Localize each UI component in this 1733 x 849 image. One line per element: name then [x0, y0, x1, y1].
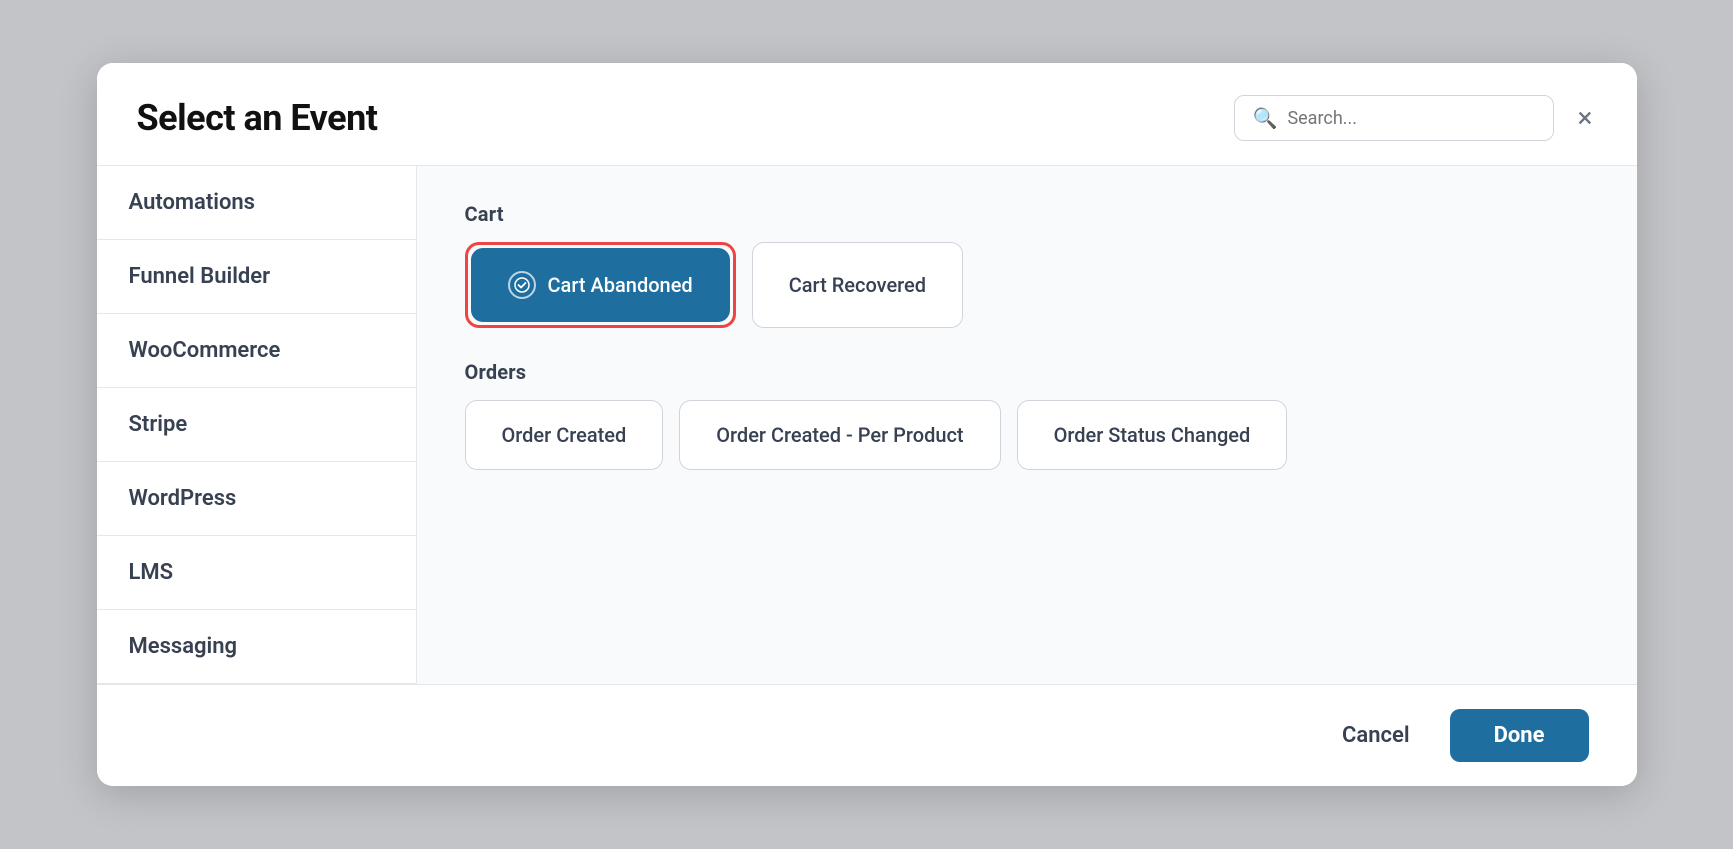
order-status-changed-label: Order Status Changed [1054, 423, 1251, 447]
orders-section: Orders Order Created Order Created - Per… [465, 360, 1589, 470]
order-created-per-product-button[interactable]: Order Created - Per Product [679, 400, 1000, 470]
cart-section-label: Cart [465, 202, 1589, 226]
cart-section: Cart Cart Abandone [465, 202, 1589, 328]
select-event-modal: Select an Event 🔍 × Automations Funnel B… [97, 63, 1637, 786]
order-status-changed-button[interactable]: Order Status Changed [1017, 400, 1288, 470]
modal-body: Automations Funnel Builder WooCommerce S… [97, 165, 1637, 684]
order-created-button[interactable]: Order Created [465, 400, 664, 470]
sidebar-item-lms[interactable]: LMS [97, 536, 416, 610]
sidebar-item-messaging[interactable]: Messaging [97, 610, 416, 684]
sidebar-item-stripe[interactable]: Stripe [97, 388, 416, 462]
sidebar-item-funnel-builder[interactable]: Funnel Builder [97, 240, 416, 314]
cancel-button[interactable]: Cancel [1322, 711, 1430, 760]
cart-events-row: Cart Abandoned Cart Recovered [465, 242, 1589, 328]
search-box: 🔍 [1234, 95, 1554, 141]
cart-abandoned-label: Cart Abandoned [548, 273, 693, 297]
search-icon: 🔍 [1253, 106, 1278, 130]
cart-abandoned-button[interactable]: Cart Abandoned [471, 248, 730, 322]
order-created-per-product-label: Order Created - Per Product [716, 423, 963, 447]
cart-recovered-button[interactable]: Cart Recovered [752, 242, 963, 328]
main-content: Cart Cart Abandone [417, 166, 1637, 684]
search-input[interactable] [1287, 108, 1534, 129]
modal-header: Select an Event 🔍 × [97, 63, 1637, 165]
sidebar: Automations Funnel Builder WooCommerce S… [97, 166, 417, 684]
orders-section-label: Orders [465, 360, 1589, 384]
cart-abandoned-wrapper: Cart Abandoned [465, 242, 736, 328]
orders-events-row: Order Created Order Created - Per Produc… [465, 400, 1589, 470]
done-button[interactable]: Done [1450, 709, 1589, 762]
modal-title: Select an Event [137, 97, 378, 139]
sidebar-item-wordpress[interactable]: WordPress [97, 462, 416, 536]
check-circle-icon [508, 271, 536, 299]
order-created-label: Order Created [502, 423, 627, 447]
modal-overlay: Select an Event 🔍 × Automations Funnel B… [0, 0, 1733, 849]
sidebar-item-woocommerce[interactable]: WooCommerce [97, 314, 416, 388]
modal-footer: Cancel Done [97, 684, 1637, 786]
cart-recovered-label: Cart Recovered [789, 273, 926, 297]
close-button[interactable]: × [1574, 100, 1597, 136]
header-right: 🔍 × [1234, 95, 1597, 141]
sidebar-item-automations[interactable]: Automations [97, 166, 416, 240]
